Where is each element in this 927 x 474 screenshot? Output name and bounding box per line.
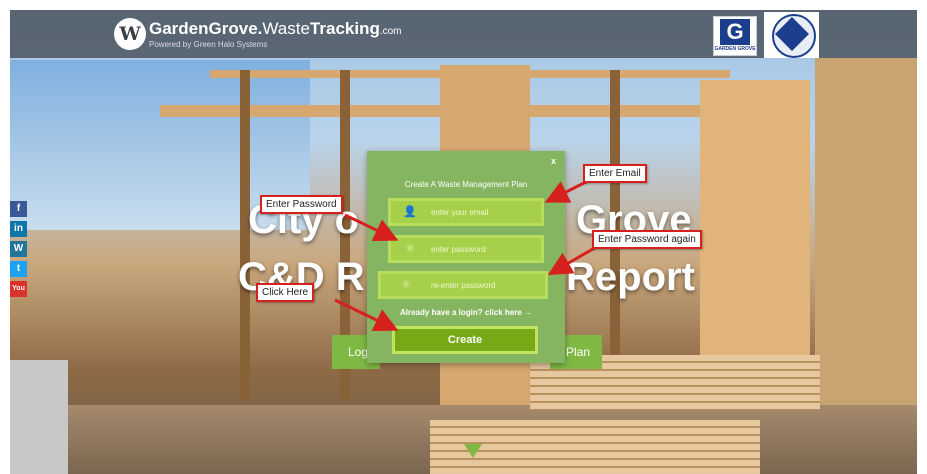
callout-enter-email: Enter Email [583, 164, 647, 183]
callout-enter-password-again: Enter Password again [592, 230, 702, 249]
callout-arrows [334, 178, 599, 331]
arrow-to-password [344, 213, 399, 242]
callout-enter-password: Enter Password [260, 195, 343, 214]
arrow-to-create [334, 298, 399, 331]
arrow-to-repassword [547, 244, 599, 276]
callout-click-here: Click Here [256, 283, 315, 302]
scroll-down-icon[interactable] [464, 444, 482, 458]
arrow-to-email [544, 178, 591, 203]
page: W GardenGrove.WasteTracking.com Powered … [10, 10, 917, 474]
